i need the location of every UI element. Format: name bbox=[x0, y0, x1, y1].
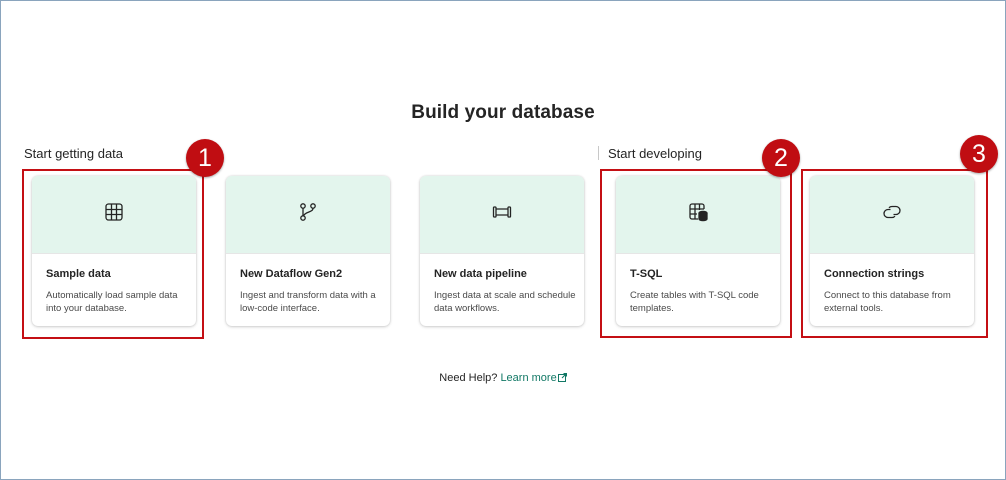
card-title: New Dataflow Gen2 bbox=[240, 268, 343, 280]
external-link-icon bbox=[557, 373, 567, 385]
help-prefix: Need Help? bbox=[439, 372, 498, 384]
card-description: Ingest data at scale and schedule data w… bbox=[434, 290, 576, 314]
callout-badge-2: 2 bbox=[762, 139, 800, 177]
section-label-getting-data: Start getting data bbox=[24, 146, 124, 161]
card-new-data-pipeline[interactable]: New data pipeline Ingest data at scale a… bbox=[420, 176, 584, 326]
card-new-dataflow-gen2[interactable]: New Dataflow Gen2 Ingest and transform d… bbox=[226, 176, 390, 326]
card-header bbox=[226, 176, 390, 254]
branch-icon bbox=[297, 201, 319, 228]
highlight-box-sample-data bbox=[22, 169, 204, 339]
highlight-box-connection-strings bbox=[801, 169, 988, 338]
callout-badge-3: 3 bbox=[960, 135, 998, 173]
learn-more-link[interactable]: Learn more bbox=[500, 372, 567, 385]
card-header bbox=[420, 176, 584, 254]
highlight-box-t-sql bbox=[600, 169, 792, 338]
section-label-developing: Start developing bbox=[608, 146, 702, 161]
section-divider bbox=[598, 146, 599, 160]
help-line: Need Help? Learn more bbox=[0, 372, 1006, 385]
page-title: Build your database bbox=[411, 102, 595, 123]
card-description: Ingest and transform data with a low-cod… bbox=[240, 290, 376, 314]
pipeline-icon bbox=[491, 201, 513, 228]
card-title: New data pipeline bbox=[434, 268, 527, 280]
callout-badge-1: 1 bbox=[186, 139, 224, 177]
learn-more-label: Learn more bbox=[500, 372, 557, 384]
